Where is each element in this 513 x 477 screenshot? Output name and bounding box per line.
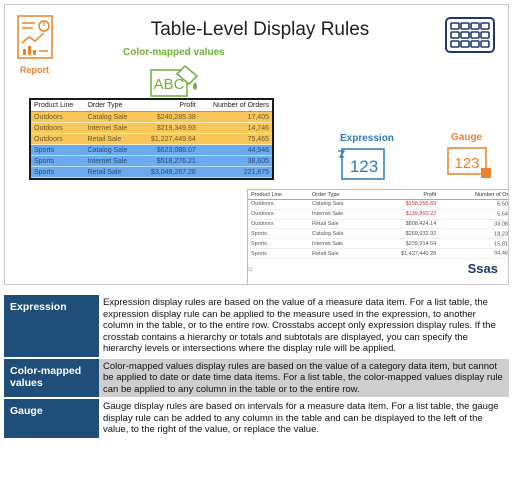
cell: Retail Sale <box>309 248 372 259</box>
cell: Catalog Sale <box>309 228 372 240</box>
paint-bucket-abc-icon: ABC <box>150 64 199 97</box>
cell: 75,465 <box>198 133 272 145</box>
cell: Sports <box>31 144 85 156</box>
cell: Outdoors <box>248 199 310 210</box>
svg-text:123: 123 <box>454 155 479 172</box>
col-header-order-type[interactable]: Order Type <box>309 190 372 200</box>
table-row: Sports Catalog Sale $623,088.07 44,946 <box>31 144 272 156</box>
expression-icon: 123 <box>338 148 385 180</box>
term-description: Expression display rules are based on th… <box>99 295 509 359</box>
description-row-color-mapped: Color-mapped values Color-mapped values … <box>4 357 509 399</box>
gauge-icon: 123 <box>447 147 491 178</box>
svg-text:123: 123 <box>350 157 378 176</box>
cell: 18,235 <box>439 228 508 240</box>
table-row: SportsRetail Sale$1,427,440.2894,469 <box>248 248 508 259</box>
cell: Sports <box>248 228 310 240</box>
cell: $1,227,449.64 <box>138 133 199 145</box>
cell: $518,276.21 <box>138 155 199 167</box>
color-mapped-label: Color-mapped values <box>123 47 225 58</box>
sas-logo: Ssas <box>467 261 498 276</box>
cell: Outdoors <box>31 122 85 134</box>
table-row: Outdoors Retail Sale $1,227,449.64 75,465 <box>31 133 272 145</box>
term-label: Gauge <box>4 398 99 440</box>
description-table: Expression Expression display rules are … <box>4 295 509 440</box>
cell: $623,088.07 <box>138 144 199 156</box>
cell: Sports <box>248 238 310 250</box>
cell: $3,049,267.28 <box>138 166 199 178</box>
cell: Catalog Sale <box>84 144 139 156</box>
col-header-order-type[interactable]: Order Type <box>84 100 139 112</box>
cell: Catalog Sale <box>84 111 139 123</box>
table-row: Sports Retail Sale $3,049,267.28 221,875 <box>31 166 272 178</box>
col-header-orders[interactable]: Number of Orders <box>439 190 508 200</box>
table-row: Outdoors Internet Sale $219,349.93 14,746 <box>31 122 272 134</box>
cell: Internet Sale <box>84 122 139 134</box>
cell: Outdoors <box>31 133 85 145</box>
cell: Retail Sale <box>84 166 139 178</box>
cell: $808,424.14 <box>371 219 440 230</box>
cell: 33,085 <box>439 219 508 230</box>
col-header-product-line[interactable]: Product Line <box>248 190 310 200</box>
cell: $239,914.54 <box>371 238 440 250</box>
color-mapped-table: Product Line Order Type Profit Number of… <box>29 98 274 180</box>
cell: 6,508 <box>439 199 508 210</box>
table-row: Sports Internet Sale $518,276.21 38,605 <box>31 155 272 167</box>
description-row-gauge: Gauge Gauge display rules are based on i… <box>4 398 509 440</box>
grid-icon <box>445 17 495 53</box>
description-row-expression: Expression Expression display rules are … <box>4 295 509 359</box>
slide-title: Table-Level Display Rules <box>150 19 370 40</box>
cell: Sports <box>31 166 85 178</box>
col-header-profit[interactable]: Profit <box>371 190 440 200</box>
cell: 38,605 <box>198 155 272 167</box>
cell: 5,643 <box>439 209 508 220</box>
cell: $1,427,440.28 <box>371 248 440 259</box>
cell: Catalog Sale <box>309 199 372 210</box>
cell: Retail Sale <box>84 133 139 145</box>
col-header-product-line[interactable]: Product Line <box>31 100 85 112</box>
cell: Outdoors <box>248 219 310 230</box>
term-label: Expression <box>4 295 99 359</box>
page-number: 63 <box>247 267 253 273</box>
cell: Sports <box>31 155 85 167</box>
cell: 14,746 <box>198 122 272 134</box>
term-label: Color-mapped values <box>4 357 99 399</box>
cell: 221,875 <box>198 166 272 178</box>
table-row: OutdoorsInternet Sale$139,893.225,643 <box>248 209 508 220</box>
cell: $139,893.22 <box>371 209 440 220</box>
cell: 15,810 <box>439 238 508 250</box>
slide-panel: Report Table-Level Display Rules Color-m… <box>4 4 509 285</box>
col-header-orders[interactable]: Number of Orders <box>198 100 272 112</box>
term-description: Gauge display rules are based on interva… <box>99 398 509 440</box>
cell: 94,469 <box>439 248 508 259</box>
cell: Sports <box>248 248 310 259</box>
cell: $158,255.69 <box>371 199 440 210</box>
cell: Internet Sale <box>84 155 139 167</box>
table-row: Outdoors Catalog Sale $240,285.38 17,405 <box>31 111 272 123</box>
cell: Internet Sale <box>309 209 372 220</box>
cell: 44,946 <box>198 144 272 156</box>
cell: 17,405 <box>198 111 272 123</box>
svg-text:ABC: ABC <box>154 76 185 93</box>
report-icon <box>17 15 53 59</box>
report-label: Report <box>20 65 49 75</box>
cell: Retail Sale <box>309 219 372 230</box>
cell: Internet Sale <box>309 238 372 250</box>
gauge-label: Gauge <box>451 132 483 143</box>
cell: $269,932.92 <box>371 228 440 240</box>
expression-label: Expression <box>340 133 394 144</box>
cell: Outdoors <box>248 209 310 220</box>
table-row: OutdoorsCatalog Sale$158,255.696,508 <box>248 199 508 210</box>
term-description: Color-mapped values display rules are ba… <box>99 357 509 399</box>
cell: $240,285.38 <box>138 111 199 123</box>
table-row: OutdoorsRetail Sale$808,424.1433,085 <box>248 219 508 230</box>
table-row: SportsInternet Sale$239,914.5415,810 <box>248 238 508 250</box>
col-header-profit[interactable]: Profit <box>138 100 199 112</box>
table-row: SportsCatalog Sale$269,932.9218,235 <box>248 228 508 240</box>
cell: Outdoors <box>31 111 85 123</box>
cell: $219,349.93 <box>138 122 199 134</box>
